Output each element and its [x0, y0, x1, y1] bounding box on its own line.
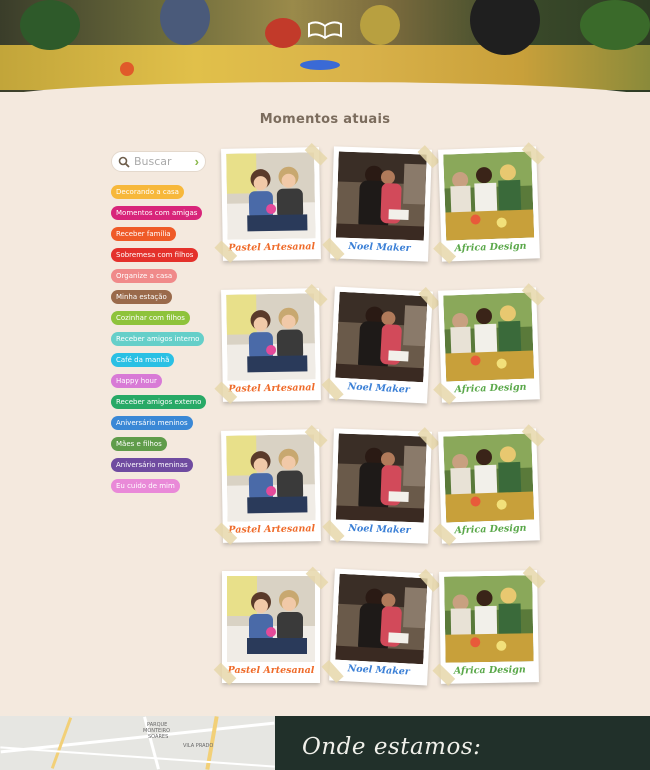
category-pill[interactable]: Receber amigos interno	[111, 332, 205, 346]
category-item: Cozinhar com filhos	[111, 307, 211, 328]
moment-photo	[335, 573, 428, 665]
chalkboard-panel: Onde estamos:	[275, 716, 650, 770]
search-box[interactable]: ›	[111, 151, 206, 172]
category-item: Happy hour	[111, 370, 211, 391]
moment-photo	[226, 293, 316, 381]
category-item: Decorando a casa	[111, 181, 211, 202]
category-item: Momentos com amigas	[111, 202, 211, 223]
moment-caption: Noel Maker	[347, 663, 411, 678]
moment-caption: Pastel Artesanal	[227, 665, 315, 676]
moment-card[interactable]: Noel Maker	[321, 286, 441, 404]
moment-card[interactable]: Africa Design	[432, 565, 546, 687]
search-submit-chevron-icon[interactable]: ›	[195, 154, 199, 169]
category-item: Aniversário meninas	[111, 454, 211, 475]
hero-plant	[20, 0, 80, 50]
moment-photo	[226, 434, 316, 522]
category-item: Receber amigos externo	[111, 391, 211, 412]
category-pill[interactable]: Café da manhã	[111, 353, 175, 367]
moment-caption: Pastel Artesanal	[228, 523, 316, 536]
map-road	[0, 746, 275, 768]
moment-photo	[335, 433, 427, 523]
category-pill[interactable]: Happy hour	[111, 374, 162, 388]
moment-photo	[335, 151, 427, 241]
moment-caption: Noel Maker	[347, 381, 411, 396]
moment-caption: Africa Design	[453, 664, 526, 677]
map-label: SOARES	[148, 734, 169, 740]
category-item: Organize a casa	[111, 265, 211, 286]
category-item: Eu cuido de mim	[111, 475, 211, 496]
category-pill[interactable]: Momentos com amigas	[111, 206, 203, 220]
moment-card[interactable]: Africa Design	[433, 283, 545, 405]
moment-card[interactable]: Africa Design	[433, 424, 545, 546]
category-pill[interactable]: Receber família	[111, 227, 176, 241]
moment-photo	[444, 575, 534, 663]
category-pill[interactable]: Sobremesa com filhos	[111, 248, 199, 262]
moment-card[interactable]: Africa Design	[433, 142, 545, 264]
category-item: Sobremesa com filhos	[111, 244, 211, 265]
category-pill[interactable]: Aniversário meninas	[111, 458, 193, 472]
category-list: Decorando a casa Momentos com amigas Receb…	[111, 181, 211, 496]
moment-photo	[443, 292, 535, 382]
hero-cup	[120, 62, 134, 76]
moment-caption: Africa Design	[454, 381, 527, 396]
hero-dish	[360, 5, 400, 45]
hero-person	[160, 0, 210, 45]
location-heading: Onde estamos:	[302, 734, 482, 760]
location-map[interactable]: PARQUE MONTEIRO SOARES VILA PRADO	[0, 716, 275, 770]
hero-banner	[0, 0, 650, 92]
moment-photo	[335, 291, 428, 383]
category-item: Café da manhã	[111, 349, 211, 370]
category-item: Receber amigos interno	[111, 328, 211, 349]
page-title: Momentos atuais	[259, 112, 391, 127]
moment-card[interactable]: Noel Maker	[322, 427, 440, 544]
category-pill[interactable]: Receber amigos externo	[111, 395, 207, 409]
category-item: Minha estação	[111, 286, 211, 307]
moment-caption: Pastel Artesanal	[228, 382, 316, 395]
category-item: Mães e filhos	[111, 433, 211, 454]
moment-card[interactable]: Pastel Artesanal	[214, 424, 328, 546]
moment-card[interactable]: Pastel Artesanal	[214, 142, 328, 264]
moment-photo	[226, 152, 316, 240]
moment-caption: Noel Maker	[348, 522, 411, 537]
moment-caption: Noel Maker	[348, 240, 411, 255]
category-pill[interactable]: Cozinhar com filhos	[111, 311, 190, 325]
category-pill[interactable]: Mães e filhos	[111, 437, 167, 451]
hero-plate	[300, 60, 340, 70]
category-pill[interactable]: Minha estação	[111, 290, 172, 304]
moment-photo	[227, 576, 315, 662]
book-logo-icon	[308, 21, 342, 40]
moment-card[interactable]: Pastel Artesanal	[214, 283, 328, 405]
category-pill[interactable]: Aniversário meninos	[111, 416, 193, 430]
moment-caption: Africa Design	[454, 522, 527, 537]
moment-card[interactable]: Noel Maker	[321, 568, 441, 686]
hero-plant-right	[580, 0, 650, 50]
category-pill[interactable]: Organize a casa	[111, 269, 178, 283]
map-label: VILA PRADO	[183, 743, 214, 749]
moment-photo	[443, 151, 535, 241]
moment-caption: Africa Design	[454, 240, 527, 255]
category-pill[interactable]: Decorando a casa	[111, 185, 184, 199]
category-item: Aniversário meninos	[111, 412, 211, 433]
search-icon	[118, 156, 130, 168]
moment-card[interactable]: Pastel Artesanal	[213, 566, 329, 686]
moment-caption: Pastel Artesanal	[228, 241, 316, 254]
moment-card[interactable]: Noel Maker	[322, 145, 440, 262]
search-input[interactable]	[134, 155, 188, 168]
category-item: Receber família	[111, 223, 211, 244]
category-pill[interactable]: Eu cuido de mim	[111, 479, 180, 493]
moment-photo	[443, 433, 535, 523]
hero-fruit	[265, 18, 301, 48]
